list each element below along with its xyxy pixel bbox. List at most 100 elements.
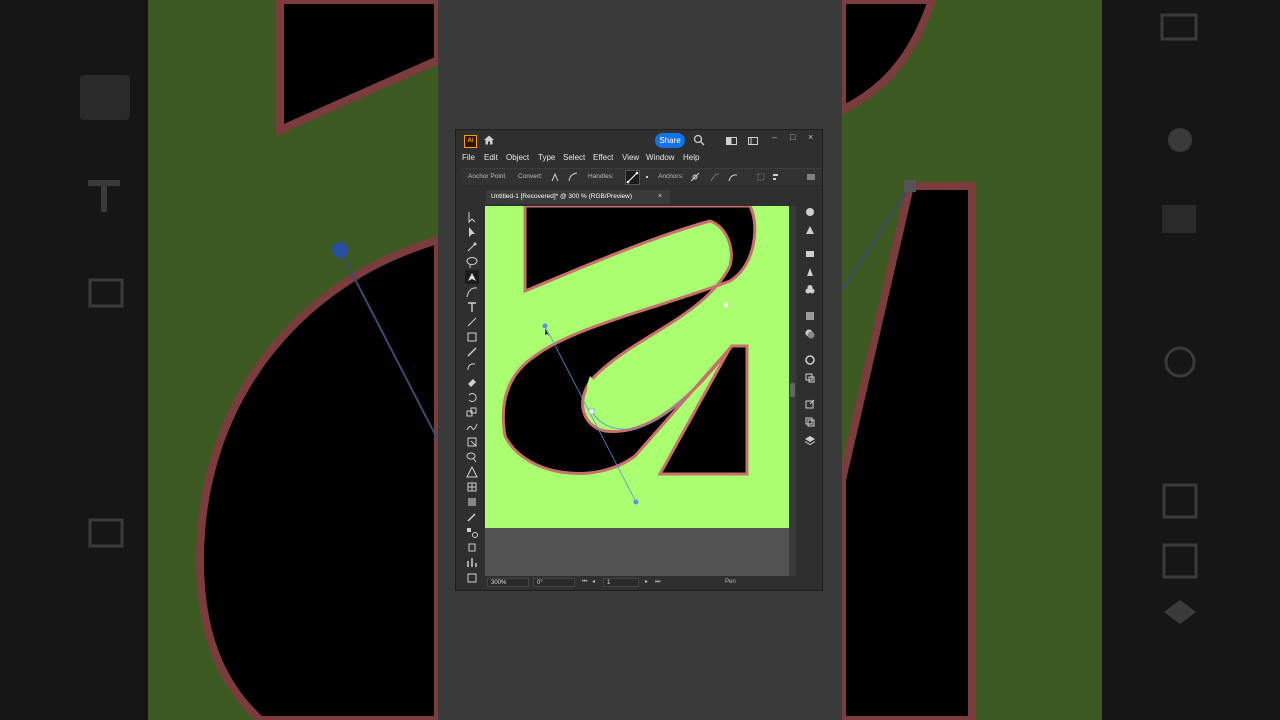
align-icon[interactable] — [772, 172, 782, 182]
warp-tool-icon[interactable] — [465, 420, 479, 434]
pathfinder-icon[interactable] — [804, 416, 816, 428]
current-tool-label: Pen — [725, 579, 736, 585]
close-window-button[interactable]: × — [808, 132, 813, 142]
menu-view[interactable]: View — [622, 151, 639, 165]
isolate-icon[interactable] — [756, 172, 766, 182]
document-title: Untitled-1 [Recovered]* @ 300 % (RGB/Pre… — [491, 193, 632, 200]
paintbrush-tool-icon[interactable] — [465, 345, 479, 359]
convert-smooth-icon[interactable] — [568, 172, 578, 182]
menu-type[interactable]: Type — [538, 151, 555, 165]
properties-icon[interactable] — [804, 206, 816, 218]
lasso-tool-icon[interactable] — [465, 255, 479, 269]
prev-artboard-icon[interactable]: ◂ — [592, 577, 595, 588]
canvas-area[interactable] — [485, 206, 789, 576]
rectangle-tool-icon[interactable] — [465, 330, 479, 344]
handle-point-bottom[interactable] — [633, 499, 639, 505]
remove-anchor-icon[interactable] — [690, 172, 700, 182]
artboard-drawing[interactable] — [485, 206, 789, 576]
scrollbar-thumb[interactable] — [790, 383, 795, 397]
pen-tool-icon[interactable] — [465, 270, 479, 284]
shaper-tool-icon[interactable] — [465, 360, 479, 374]
search-icon[interactable] — [693, 134, 705, 146]
convert-corner-icon[interactable] — [550, 172, 560, 182]
magic-wand-tool-icon[interactable] — [465, 240, 479, 254]
control-bar: Anchor Point Convert: Handles: Anchors: — [462, 168, 822, 186]
export-icon[interactable] — [804, 398, 816, 410]
cut-path-icon[interactable] — [728, 172, 738, 182]
transparency-icon[interactable] — [804, 328, 816, 340]
symbol-sprayer-tool-icon[interactable] — [465, 540, 479, 554]
column-graph-tool-icon[interactable] — [465, 555, 479, 569]
curvature-tool-icon[interactable] — [465, 285, 479, 299]
maximize-button[interactable]: □ — [790, 132, 795, 142]
menu-file[interactable]: File — [462, 151, 475, 165]
home-icon[interactable] — [483, 134, 495, 146]
align-panel-icon[interactable] — [804, 372, 816, 384]
last-artboard-icon[interactable]: ⏭ — [655, 577, 660, 588]
stroke-icon[interactable] — [804, 354, 816, 366]
artboard-field[interactable]: 1 — [603, 578, 639, 587]
title-bar: Ai Share – □ × — [456, 130, 822, 150]
handles-icon — [626, 171, 639, 184]
handles-label: Handles: — [588, 173, 614, 180]
tools-panel — [464, 210, 480, 590]
control-menu-icon[interactable] — [806, 172, 816, 182]
shape-builder-tool-icon[interactable] — [465, 450, 479, 464]
arrange-documents-icon[interactable] — [726, 137, 737, 145]
layers-icon[interactable] — [804, 434, 816, 446]
workspace-icon[interactable] — [748, 137, 758, 145]
appearance-icon[interactable] — [804, 224, 816, 236]
menu-window[interactable]: Window — [646, 151, 674, 165]
menu-edit[interactable]: Edit — [484, 151, 498, 165]
type-tool-icon[interactable] — [465, 300, 479, 314]
show-handles-button[interactable] — [625, 170, 640, 185]
rotate-tool-icon[interactable] — [465, 390, 479, 404]
right-panel-dock — [799, 198, 821, 458]
rotation-field[interactable]: 0° — [533, 578, 575, 587]
blend-tool-icon[interactable] — [465, 525, 479, 539]
perspective-grid-tool-icon[interactable] — [465, 465, 479, 479]
hide-handles-icon[interactable] — [642, 172, 652, 182]
background-right-zoomed — [842, 0, 1280, 720]
symbols-icon[interactable] — [804, 284, 816, 296]
brushes-icon[interactable] — [804, 266, 816, 278]
share-button[interactable]: Share — [655, 133, 685, 148]
gradient-tool-icon[interactable] — [465, 495, 479, 509]
eyedropper-tool-icon[interactable] — [465, 510, 479, 524]
app-logo: Ai — [464, 135, 477, 148]
convert-label: Convert: — [518, 173, 543, 180]
menu-object[interactable]: Object — [506, 151, 529, 165]
line-tool-icon[interactable] — [465, 315, 479, 329]
connect-anchors-icon[interactable] — [710, 172, 720, 182]
background-right-art — [842, 0, 1280, 720]
next-artboard-icon[interactable]: ▸ — [645, 577, 648, 588]
background-left-art — [0, 0, 438, 720]
status-bar: 300% 0° ⏮ ◂ 1 ▸ ⏭ Pen — [485, 577, 796, 588]
menu-help[interactable]: Help — [683, 151, 699, 165]
mesh-tool-icon[interactable] — [465, 480, 479, 494]
minimize-button[interactable]: – — [772, 132, 777, 142]
scale-tool-icon[interactable] — [465, 405, 479, 419]
illustrator-window: Ai Share – □ × File Edit Object Type Sel… — [456, 130, 822, 590]
eraser-tool-icon[interactable] — [465, 375, 479, 389]
anchor-point-label: Anchor Point — [468, 173, 506, 180]
document-tab[interactable]: Untitled-1 [Recovered]* @ 300 % (RGB/Pre… — [486, 190, 670, 204]
selection-tool-icon[interactable] — [465, 210, 479, 224]
free-transform-tool-icon[interactable] — [465, 435, 479, 449]
menu-select[interactable]: Select — [563, 151, 585, 165]
close-document-button[interactable]: × — [658, 190, 662, 204]
artboard-tool-icon[interactable] — [465, 570, 479, 584]
direct-selection-tool-icon[interactable] — [465, 225, 479, 239]
first-artboard-icon[interactable]: ⏮ — [582, 577, 587, 588]
anchors-label: Anchors: — [658, 173, 684, 180]
background-left-zoomed — [0, 0, 438, 720]
menu-effect[interactable]: Effect — [593, 151, 613, 165]
handle-point-top[interactable] — [542, 323, 548, 329]
gradient-icon[interactable] — [804, 310, 816, 322]
zoom-field[interactable]: 300% — [487, 578, 529, 587]
anchor-point[interactable] — [588, 408, 595, 415]
vertical-scrollbar[interactable] — [789, 206, 796, 576]
libraries-icon[interactable] — [804, 248, 816, 260]
anchor-point-corner[interactable] — [724, 303, 728, 307]
menu-bar: File Edit Object Type Select Effect View… — [456, 151, 822, 165]
